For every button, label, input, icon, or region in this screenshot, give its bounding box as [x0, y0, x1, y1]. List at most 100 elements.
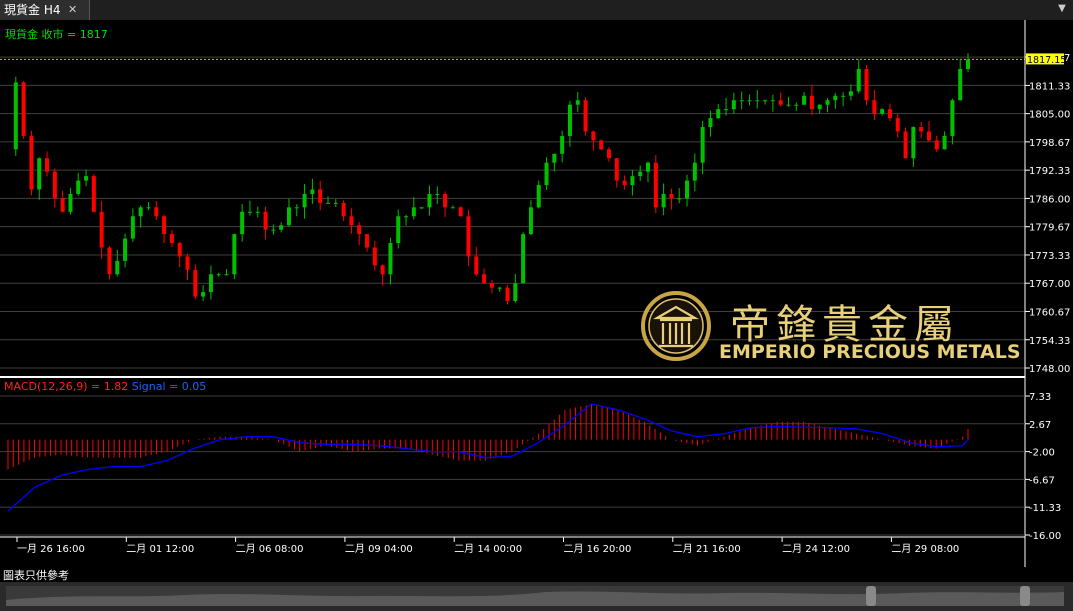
candle-body	[185, 256, 190, 270]
scroll-handle-right[interactable]	[1020, 586, 1030, 606]
time-tick-label: 二月 01 12:00	[126, 543, 194, 555]
candle-body	[700, 127, 705, 163]
candle-body	[653, 162, 658, 208]
candle-body	[193, 269, 198, 297]
candle-body	[302, 193, 307, 208]
candle-body	[177, 243, 182, 257]
candle-body	[599, 140, 604, 150]
candle-body	[934, 140, 939, 150]
candle-body	[661, 193, 666, 208]
price-tick-label: 1811.33	[1029, 81, 1070, 92]
chevron-down-icon[interactable]: ▼	[1055, 2, 1069, 16]
chart-scrollbar[interactable]	[0, 582, 1073, 611]
candle-body	[966, 59, 970, 70]
candle-body	[13, 82, 18, 150]
candle-body	[232, 234, 237, 275]
candle-body	[372, 247, 377, 266]
candle-body	[669, 193, 674, 199]
candle-body	[84, 176, 89, 181]
candle-body	[536, 185, 541, 208]
candle-body	[747, 100, 752, 102]
candle-body	[91, 176, 96, 212]
macd-tick-label: -16.00	[1029, 531, 1061, 542]
candle-body	[575, 100, 580, 105]
candle-body	[130, 216, 135, 239]
candle-body	[903, 131, 908, 159]
candle-body	[37, 158, 42, 190]
candle-body	[365, 234, 370, 248]
scroll-overview	[6, 591, 1064, 606]
time-tick-label: 二月 29 08:00	[891, 543, 959, 555]
candle-body	[622, 180, 627, 186]
scroll-handle-left[interactable]	[866, 586, 876, 606]
candle-body	[99, 211, 104, 248]
candle-body	[450, 207, 455, 209]
price-tick-label: 1767.00	[1029, 279, 1070, 290]
chart-area[interactable]: 1817.671811.331805.001798.671792.331786.…	[0, 20, 1073, 567]
candle-body	[279, 225, 284, 230]
candle-body	[802, 95, 807, 105]
time-tick-label: 二月 24 12:00	[782, 543, 850, 555]
price-tick-label: 1805.00	[1029, 110, 1070, 121]
candle-body	[419, 207, 424, 209]
chart-tab[interactable]: 現貨金 H4 ✕	[0, 0, 90, 20]
candle-body	[326, 202, 330, 204]
price-tick-label: 1748.00	[1029, 364, 1070, 375]
macd-value-label: MACD(12,26,9) = 1.82	[4, 380, 128, 393]
candle-body	[950, 100, 955, 136]
candle-body	[107, 247, 112, 275]
chart-background	[0, 20, 1073, 567]
candle-body	[443, 193, 448, 208]
candle-body	[848, 91, 853, 96]
close-icon[interactable]: ✕	[68, 0, 77, 20]
macd-tick-label: -6.67	[1029, 475, 1055, 486]
candle-body	[216, 274, 221, 276]
candle-body	[341, 202, 346, 217]
candle-body	[240, 211, 245, 235]
time-tick-label: 一月 26 16:00	[17, 543, 85, 555]
chart-tab-title: 現貨金 H4	[4, 3, 61, 17]
time-tick-label: 二月 06 08:00	[236, 543, 304, 555]
candle-body	[708, 118, 713, 128]
candle-body	[505, 287, 510, 302]
candle-body	[380, 265, 385, 275]
candle-body	[318, 189, 323, 203]
candle-body	[716, 109, 721, 119]
candle-body	[606, 149, 611, 159]
disclaimer-text: 圖表只供參考	[3, 569, 69, 582]
candle-body	[646, 162, 650, 172]
time-tick-label: 二月 16 20:00	[564, 543, 632, 555]
candle-body	[404, 216, 409, 218]
price-tick-label: 1760.67	[1029, 307, 1070, 318]
candle-body	[887, 109, 892, 119]
candle-body	[115, 260, 120, 275]
candle-body	[856, 69, 861, 92]
candle-body	[591, 131, 596, 141]
candle-body	[29, 135, 34, 190]
candle-body	[310, 189, 315, 194]
price-tick-label: 1798.67	[1029, 138, 1070, 149]
candle-body	[146, 207, 151, 209]
candle-body	[271, 229, 276, 231]
price-tick-label: 1754.33	[1029, 336, 1070, 347]
candle-body	[809, 95, 814, 110]
candle-body	[770, 100, 775, 102]
candle-body	[630, 176, 635, 186]
logo-english-name: EMPERIO PRECIOUS METALS	[719, 341, 1021, 363]
candle-body	[763, 100, 768, 102]
candle-body	[255, 211, 260, 213]
scroll-overview-shape	[6, 591, 1064, 606]
macd-tick-label: -11.33	[1029, 503, 1061, 514]
candle-body	[739, 100, 744, 102]
candle-body	[138, 207, 143, 217]
scroll-track[interactable]	[6, 586, 1064, 606]
candle-body	[208, 274, 213, 293]
candle-body	[247, 211, 252, 213]
price-tick-label: 1792.33	[1029, 166, 1070, 177]
candle-body	[349, 216, 354, 226]
candle-body	[68, 193, 73, 212]
candle-body	[544, 162, 549, 186]
candle-body	[513, 283, 518, 302]
candle-body	[911, 127, 916, 159]
current-price-label: 1817.15	[1027, 55, 1066, 66]
